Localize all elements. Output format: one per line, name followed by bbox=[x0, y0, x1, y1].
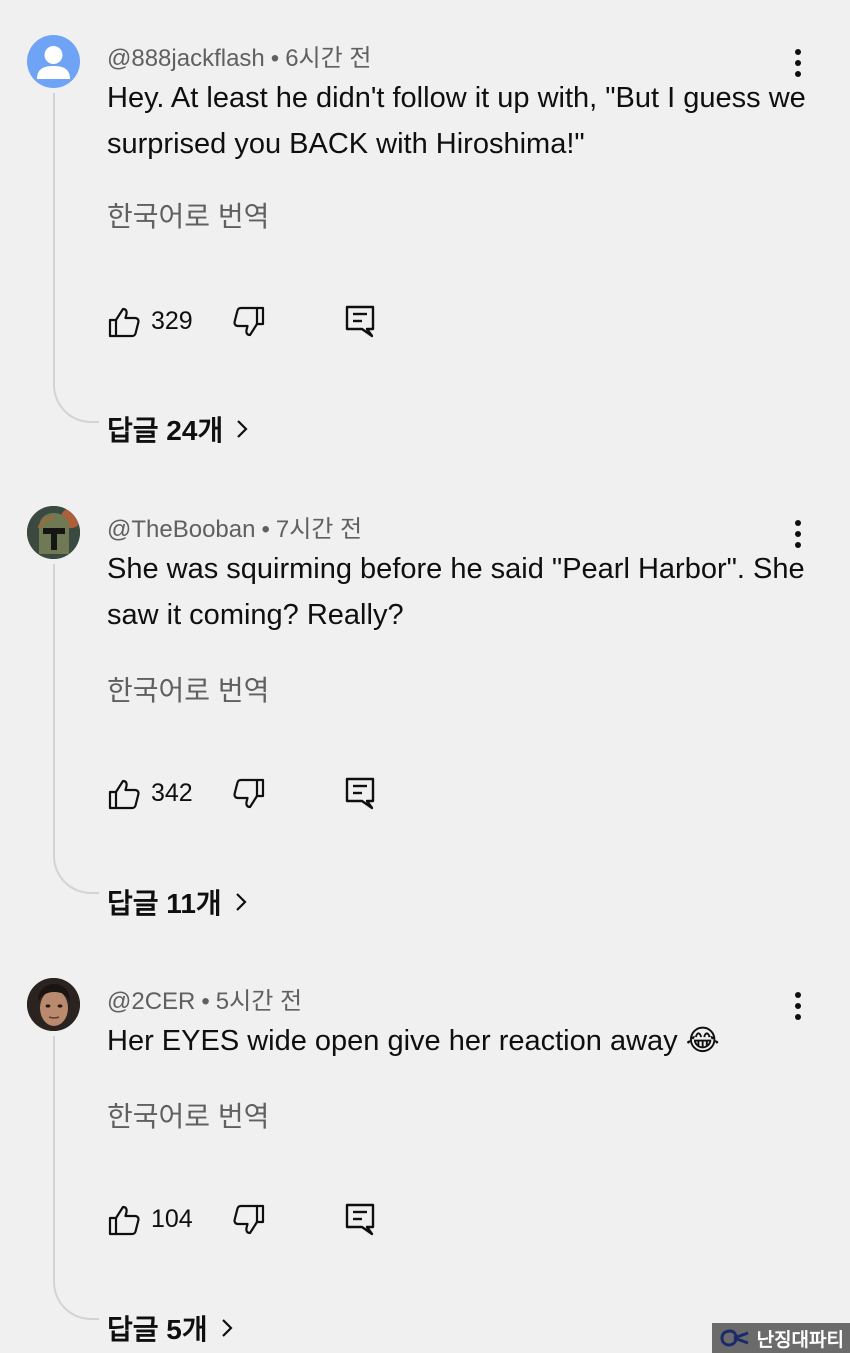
like-button[interactable] bbox=[107, 1203, 141, 1237]
comment-time: 7시간 전 bbox=[275, 516, 363, 543]
helmet-avatar-icon bbox=[27, 506, 80, 559]
comment-text: Her EYES wide open give her reaction awa… bbox=[107, 1025, 720, 1057]
default-person-avatar-icon bbox=[37, 46, 70, 79]
chevron-right-icon bbox=[235, 893, 247, 911]
comment-author[interactable]: @888jackflash bbox=[107, 45, 265, 72]
comment-meta: @888jackflash • 6시간 전 bbox=[107, 38, 371, 73]
comment-time: 6시간 전 bbox=[285, 45, 372, 72]
reply-button[interactable] bbox=[343, 775, 377, 811]
replies-label: 답글 5개 bbox=[107, 1314, 208, 1345]
avatar[interactable] bbox=[27, 978, 80, 1031]
thumbs-down-icon bbox=[233, 778, 265, 809]
meta-separator: • bbox=[201, 988, 210, 1015]
comment-meta: @TheBooban • 7시간 전 bbox=[107, 509, 362, 544]
comment-meta: @2CER • 5시간 전 bbox=[107, 981, 302, 1016]
like-count: 104 bbox=[151, 1205, 193, 1233]
reply-button[interactable] bbox=[343, 303, 377, 339]
view-replies-button[interactable]: 답글 24개 bbox=[107, 409, 249, 449]
face-avatar-icon bbox=[27, 978, 80, 1031]
like-count: 329 bbox=[151, 307, 193, 335]
dislike-button[interactable] bbox=[232, 305, 266, 339]
comment-author[interactable]: @2CER bbox=[107, 988, 195, 1015]
translate-link[interactable]: 한국어로 번역 bbox=[107, 669, 269, 709]
comment-text: Hey. At least he didn't follow it up wit… bbox=[107, 82, 806, 160]
view-replies-button[interactable]: 답글 5개 bbox=[107, 1308, 234, 1348]
comment: @2CER • 5시간 전 Her EYES wide open give her … bbox=[0, 978, 850, 1353]
chevron-right-icon bbox=[221, 1319, 233, 1337]
comment: @888jackflash • 6시간 전 Hey. At least he did… bbox=[0, 35, 850, 455]
comment-text: She was squirming before he said "Pearl … bbox=[107, 553, 805, 631]
thumbs-up-icon bbox=[108, 307, 140, 338]
avatar[interactable] bbox=[27, 506, 80, 559]
avatar[interactable] bbox=[27, 35, 80, 88]
chevron-right-icon bbox=[237, 420, 248, 438]
comment: @TheBooban • 7시간 전 She was squirming befor… bbox=[0, 506, 850, 926]
dislike-button[interactable] bbox=[232, 777, 266, 811]
translate-link[interactable]: 한국어로 번역 bbox=[107, 195, 269, 235]
like-count: 342 bbox=[151, 779, 193, 807]
watermark-text: 난징대파티 bbox=[756, 1329, 844, 1351]
thumbs-up-icon bbox=[108, 1205, 140, 1236]
thread-line bbox=[53, 564, 99, 894]
replies-label: 답글 11개 bbox=[107, 888, 222, 919]
reply-comment-icon bbox=[345, 1203, 375, 1236]
comment-author[interactable]: @TheBooban bbox=[107, 516, 255, 543]
like-button[interactable] bbox=[107, 305, 141, 339]
like-button[interactable] bbox=[107, 777, 141, 811]
view-replies-button[interactable]: 답글 11개 bbox=[107, 882, 248, 922]
reply-comment-icon bbox=[345, 305, 375, 338]
thread-line bbox=[53, 93, 99, 423]
comment-actions: 104 bbox=[107, 1200, 407, 1240]
thread-line bbox=[53, 1036, 99, 1320]
comment-actions: 329 bbox=[107, 302, 407, 342]
replies-label: 답글 24개 bbox=[107, 415, 224, 446]
meta-separator: • bbox=[261, 516, 270, 543]
comment-actions: 342 bbox=[107, 774, 407, 814]
comment-time: 5시간 전 bbox=[215, 988, 303, 1015]
thumbs-down-icon bbox=[233, 306, 265, 337]
watermark: 난징대파티 bbox=[712, 1323, 850, 1353]
reply-button[interactable] bbox=[343, 1201, 377, 1237]
watermark-logo-icon bbox=[720, 1329, 749, 1347]
thumbs-up-icon bbox=[108, 779, 140, 810]
dislike-button[interactable] bbox=[232, 1203, 266, 1237]
thumbs-down-icon bbox=[233, 1204, 265, 1235]
reply-comment-icon bbox=[345, 777, 375, 810]
translate-link[interactable]: 한국어로 번역 bbox=[107, 1095, 269, 1135]
meta-separator: • bbox=[270, 45, 280, 72]
